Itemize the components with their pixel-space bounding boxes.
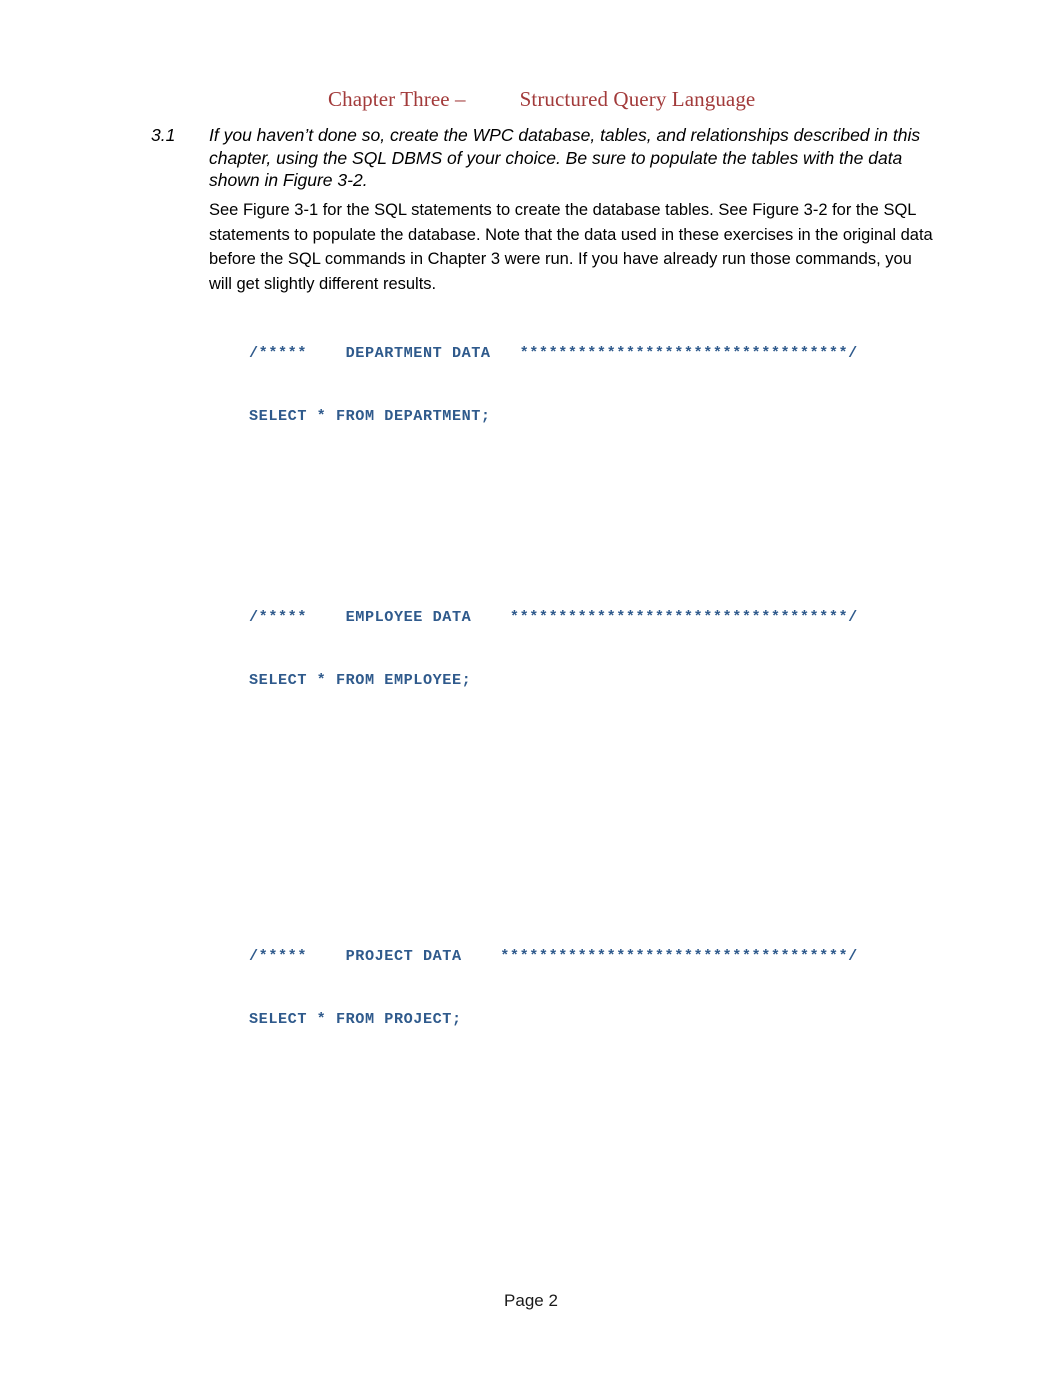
exercise-prompt-text: If you haven’t done so, create the WPC d… <box>209 125 921 190</box>
result-table-area-project <box>249 951 939 1271</box>
result-table-area-department <box>249 348 939 553</box>
exercise-number: 3.1 <box>151 125 176 145</box>
exercise-block: 3.1 If you haven’t done so, create the W… <box>151 124 951 192</box>
header-title-label: Structured Query Language <box>519 87 756 111</box>
header-chapter-label: Chapter Three – <box>328 87 466 111</box>
result-table-area-employee <box>249 612 939 892</box>
page-footer: Page 2 <box>0 1290 1062 1312</box>
exercise-row: 3.1 If you haven’t done so, create the W… <box>151 124 951 192</box>
exercise-answer-text: See Figure 3-1 for the SQL statements to… <box>209 201 933 293</box>
document-page: Chapter Three – Structured Query Language… <box>0 0 1062 1376</box>
page-number-label: Page 2 <box>504 1291 558 1310</box>
